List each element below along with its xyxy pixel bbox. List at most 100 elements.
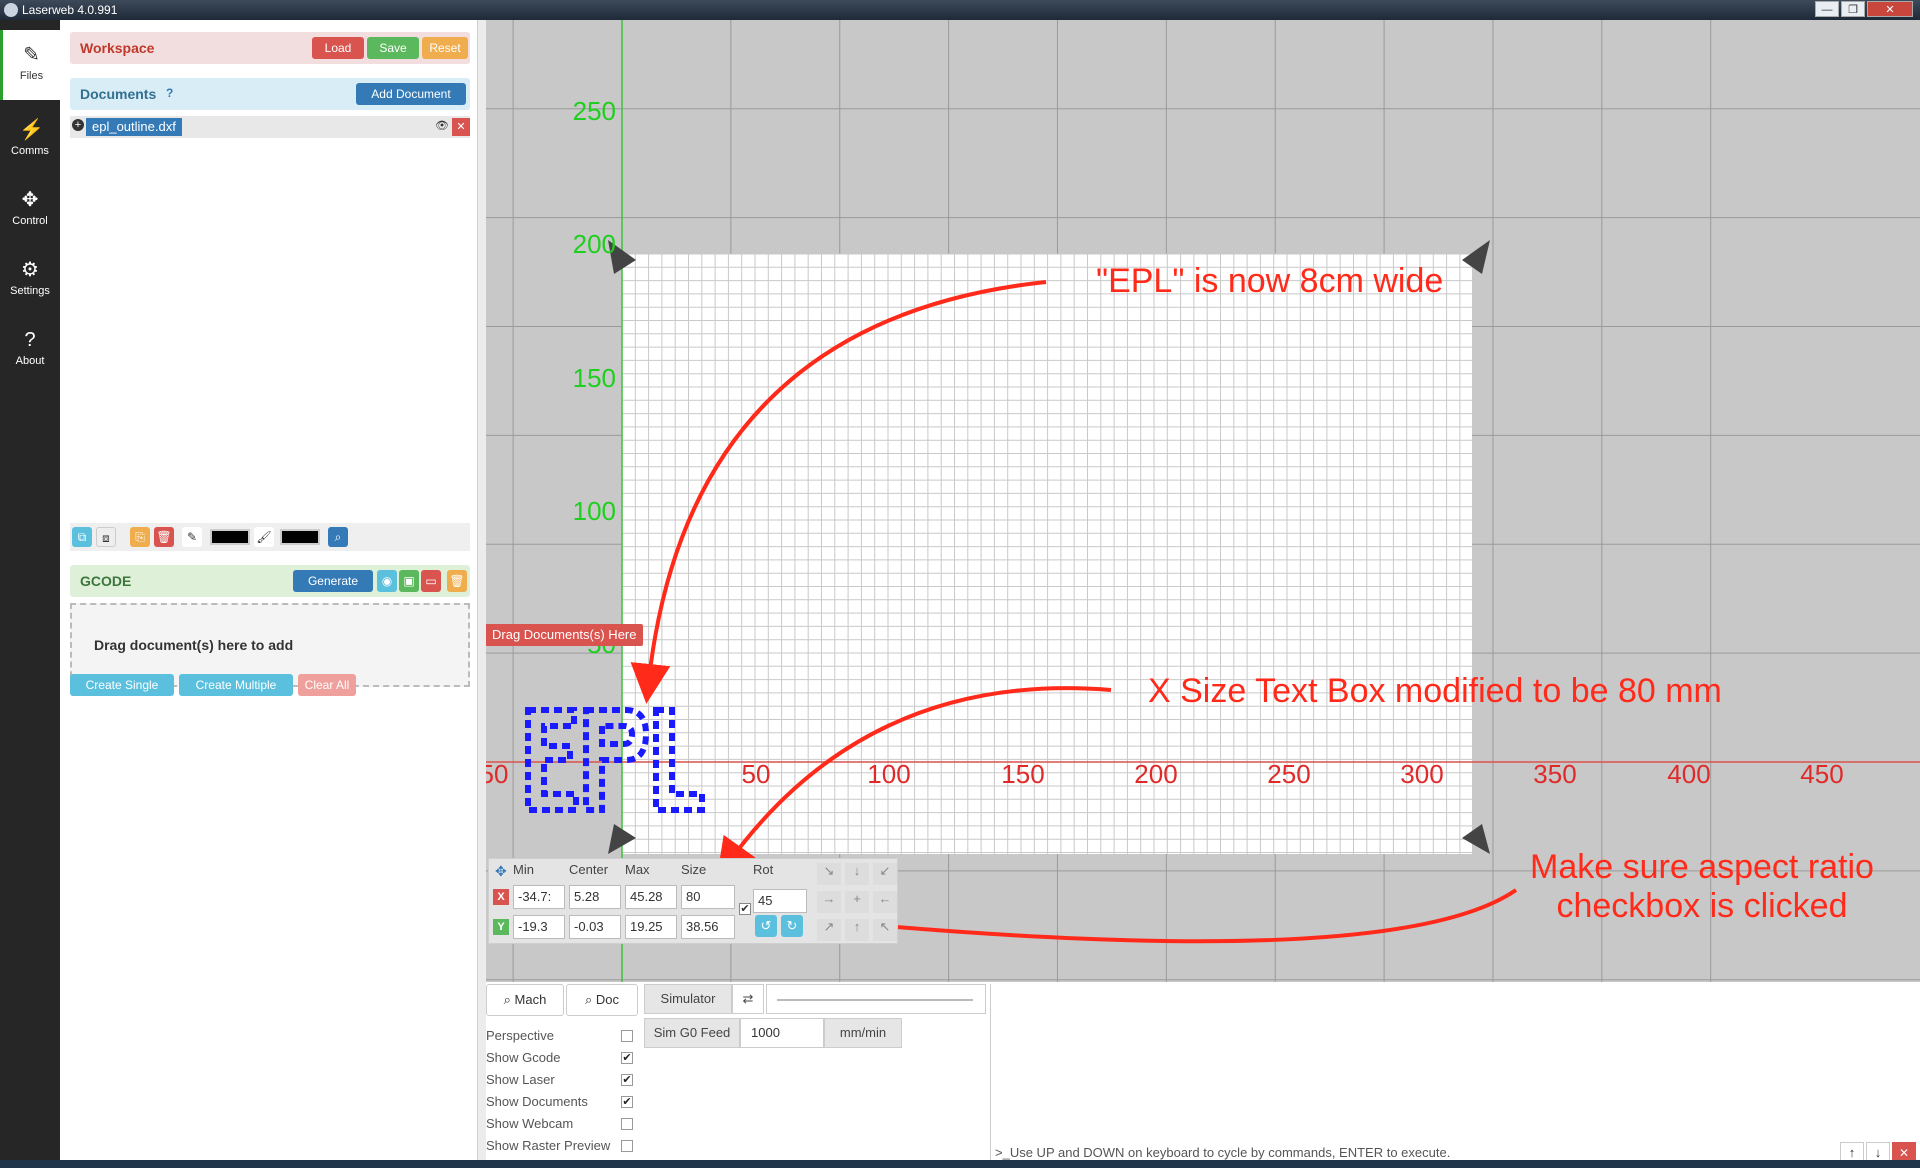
workspace-canvas[interactable]: 25020015010050 5050100150200250300350400… xyxy=(486,20,1920,982)
max-header: Max xyxy=(625,862,650,877)
trash-icon[interactable]: 🗑 xyxy=(447,570,467,592)
tab-doc[interactable]: ⌕ Doc xyxy=(566,984,638,1016)
console-hint: >_Use UP and DOWN on keyboard to cycle b… xyxy=(995,1145,1451,1160)
rail-item-settings[interactable]: ⚙ Settings xyxy=(0,245,60,315)
window-title: Laserweb 4.0.991 xyxy=(22,3,118,17)
rail-label: Settings xyxy=(10,285,50,297)
aspect-ratio-checkbox[interactable]: ✔ xyxy=(739,903,751,915)
remove-document-button[interactable]: ✕ xyxy=(452,118,470,136)
x-size-field[interactable]: 80 xyxy=(681,885,735,909)
option-label: Show Laser xyxy=(486,1072,555,1087)
rail-label: Comms xyxy=(11,145,49,157)
close-window-button[interactable]: ✕ xyxy=(1867,1,1913,17)
pencil-icon[interactable]: ✎ xyxy=(182,527,202,547)
rotate-cw-button[interactable]: ↻ xyxy=(781,915,803,937)
anchor-tl-button[interactable]: ↘ xyxy=(817,863,841,885)
sim-feed-input[interactable]: 1000 xyxy=(740,1018,824,1048)
anchor-l-button[interactable]: → xyxy=(817,891,841,913)
minimize-button[interactable]: — xyxy=(1815,1,1839,17)
sim-feed-label: Sim G0 Feed xyxy=(644,1018,740,1048)
group-icon[interactable]: ⧉ xyxy=(72,527,92,547)
show-gcode-checkbox[interactable]: ✔ xyxy=(621,1052,633,1064)
tab-mach[interactable]: ⌕ Mach xyxy=(486,984,564,1016)
anchor-c-button[interactable]: + xyxy=(845,891,869,913)
option-show-gcode[interactable]: Show Gcode ✔ xyxy=(486,1050,636,1068)
option-perspective[interactable]: Perspective xyxy=(486,1028,636,1046)
load-button[interactable]: Load xyxy=(312,37,364,59)
simulator-label: Simulator xyxy=(644,984,732,1014)
document-name[interactable]: epl_outline.dxf xyxy=(86,118,182,136)
generate-button[interactable]: Generate xyxy=(293,570,373,592)
maximize-button[interactable]: ❐ xyxy=(1841,1,1865,17)
y-max-field[interactable]: 19.25 xyxy=(625,915,677,939)
anchor-tr-button[interactable]: ↙ xyxy=(873,863,897,885)
y-size-field[interactable]: 38.56 xyxy=(681,915,735,939)
eye-icon[interactable]: ◉ xyxy=(377,570,397,592)
option-show-documents[interactable]: Show Documents ✔ xyxy=(486,1094,636,1112)
anchor-t-button[interactable]: ↓ xyxy=(845,863,869,885)
stroke-color-swatch[interactable] xyxy=(210,529,250,545)
show-documents-checkbox[interactable]: ✔ xyxy=(621,1096,633,1108)
show-webcam-checkbox[interactable] xyxy=(621,1118,633,1130)
copy-icon[interactable]: ⎘ xyxy=(130,527,150,547)
option-label: Show Gcode xyxy=(486,1050,561,1065)
eye-icon[interactable]: 👁 xyxy=(434,119,450,135)
question-icon: ? xyxy=(24,329,36,351)
simulator-slider[interactable] xyxy=(766,984,986,1014)
folder-icon[interactable]: ▭ xyxy=(421,570,441,592)
console-panel[interactable]: >_Use UP and DOWN on keyboard to cycle b… xyxy=(990,984,1920,1168)
documents-header: Documents ? Add Document xyxy=(70,78,470,110)
workspace-title: Workspace xyxy=(80,40,155,56)
option-show-laser[interactable]: Show Laser ✔ xyxy=(486,1072,636,1090)
create-single-button[interactable]: Create Single xyxy=(70,674,174,696)
gcode-title: GCODE xyxy=(80,573,132,589)
trash-icon[interactable]: 🗑 xyxy=(154,527,174,547)
save-icon[interactable]: ▣ xyxy=(399,570,419,592)
anchor-r-button[interactable]: ← xyxy=(873,891,897,913)
tab-label: Doc xyxy=(595,992,620,1007)
reset-button[interactable]: Reset xyxy=(422,37,468,59)
anchor-br-button[interactable]: ↖ xyxy=(873,919,897,941)
create-multiple-button[interactable]: Create Multiple xyxy=(179,674,293,696)
ungroup-icon[interactable]: ⧈ xyxy=(96,527,116,547)
dropzone-hint: Drag document(s) here to add xyxy=(94,637,294,653)
rotate-ccw-button[interactable]: ↺ xyxy=(755,915,777,937)
option-show-raster-preview[interactable]: Show Raster Preview xyxy=(486,1138,636,1156)
rail-item-control[interactable]: ✥ Control xyxy=(0,175,60,245)
swap-icon[interactable]: ⇄ xyxy=(732,984,764,1014)
plug-icon: ⚡ xyxy=(19,119,44,141)
rail-label: Control xyxy=(12,215,48,227)
anchor-bl-button[interactable]: ↗ xyxy=(817,919,841,941)
y-center-field[interactable]: -0.03 xyxy=(569,915,621,939)
annotation-epl-width: "EPL" is now 8cm wide xyxy=(1096,262,1444,300)
show-laser-checkbox[interactable]: ✔ xyxy=(621,1074,633,1086)
save-button[interactable]: Save xyxy=(367,37,419,59)
add-document-button[interactable]: Add Document xyxy=(356,83,466,105)
rail-item-files[interactable]: ✎ Files xyxy=(0,30,60,100)
rotation-field[interactable]: 45 xyxy=(753,889,807,913)
search-icon[interactable]: ⌕ xyxy=(328,527,348,547)
help-icon[interactable]: ? xyxy=(166,86,180,100)
size-header: Size xyxy=(681,862,707,877)
rail-item-comms[interactable]: ⚡ Comms xyxy=(0,105,60,175)
show-raster-preview-checkbox[interactable] xyxy=(621,1140,633,1152)
sim-feed-unit: mm/min xyxy=(824,1018,902,1048)
x-center-field[interactable]: 5.28 xyxy=(569,885,621,909)
min-header: Min xyxy=(513,862,534,877)
rail-item-about[interactable]: ? About xyxy=(0,315,60,385)
option-show-webcam[interactable]: Show Webcam xyxy=(486,1116,636,1134)
rail-label: Files xyxy=(19,70,44,82)
brush-icon[interactable]: 🖌 xyxy=(254,527,274,547)
anchor-b-button[interactable]: ↑ xyxy=(845,919,869,941)
files-panel: Workspace Load Save Reset Documents ? Ad… xyxy=(60,20,478,1168)
option-label: Show Documents xyxy=(486,1094,588,1109)
workspace-header: Workspace Load Save Reset xyxy=(70,32,470,64)
y-min-field[interactable]: -19.3 xyxy=(513,915,565,939)
nav-rail: ✎ Files ⚡ Comms ✥ Control ⚙ Settings ? A… xyxy=(0,20,60,1168)
expand-icon[interactable]: + xyxy=(72,119,84,131)
clear-all-button[interactable]: Clear All xyxy=(298,674,356,696)
fill-color-swatch[interactable] xyxy=(280,529,320,545)
x-min-field[interactable]: -34.7: xyxy=(513,885,565,909)
x-max-field[interactable]: 45.28 xyxy=(625,885,677,909)
perspective-checkbox[interactable] xyxy=(621,1030,633,1042)
